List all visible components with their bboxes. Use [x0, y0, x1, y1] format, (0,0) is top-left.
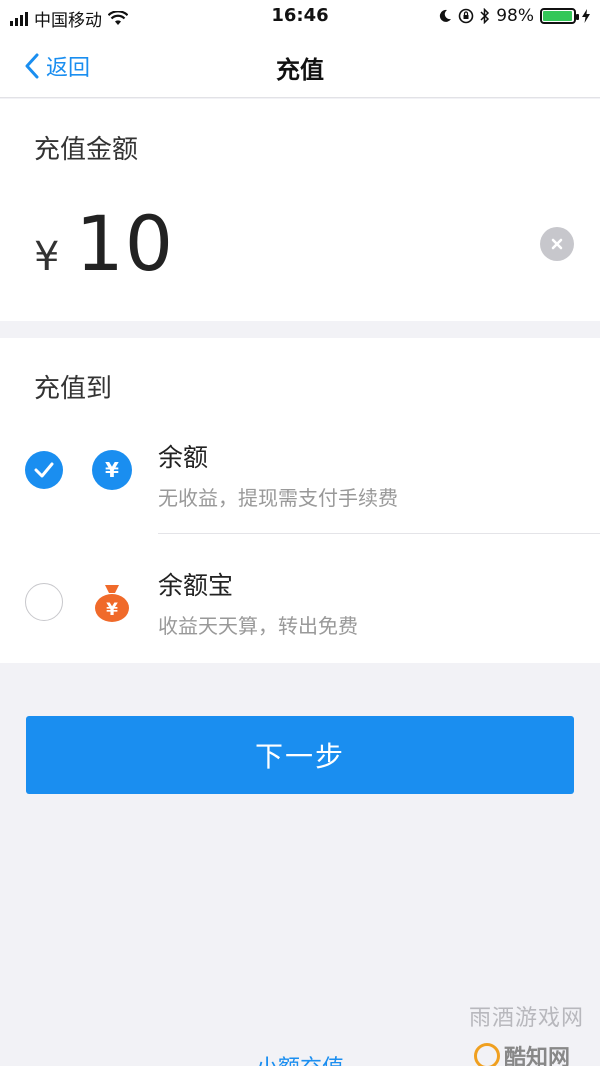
divider: [158, 533, 600, 534]
battery-percent: 98%: [496, 6, 534, 26]
option-yuebao[interactable]: ¥ 余额宝 收益天天算，转出免费: [0, 536, 600, 666]
clear-icon: [551, 238, 563, 250]
amount-value: 10: [75, 199, 175, 288]
target-label: 充值到: [34, 374, 113, 404]
page-title: 充值: [276, 56, 324, 84]
currency-symbol: ¥: [34, 234, 60, 280]
recharge-target-section: 充值到 ¥ 余额 无收益，提现需支付手续费 ¥ 余额宝 收益天天算，转出免费: [0, 338, 600, 663]
orientation-lock-icon: [458, 8, 474, 24]
radio-unchecked[interactable]: [25, 583, 63, 621]
amount-input[interactable]: ¥ 10: [34, 199, 174, 288]
watermark-logo: 酷知网: [473, 1040, 570, 1066]
status-bar: 中国移动 16:46 98%: [0, 0, 600, 34]
next-step-button[interactable]: 下一步: [26, 716, 574, 794]
svg-text:¥: ¥: [106, 600, 118, 620]
radio-checked[interactable]: [25, 451, 63, 489]
option-subtitle: 收益天天算，转出免费: [158, 614, 358, 638]
watermark-logo-text: 酷知网: [503, 1046, 570, 1066]
option-balance[interactable]: ¥ 余额 无收益，提现需支付手续费: [0, 416, 600, 546]
money-bag-icon: ¥: [95, 585, 129, 622]
bluetooth-icon: [480, 8, 490, 24]
option-title: 余额: [158, 443, 209, 472]
battery-icon: [540, 8, 579, 24]
status-right: 98%: [438, 6, 590, 26]
option-subtitle: 无收益，提现需支付手续费: [158, 486, 398, 510]
nav-bar: 返回 充值: [0, 34, 600, 98]
logo-circle-icon: [473, 1043, 500, 1066]
amount-section: 充值金额 ¥ 10: [0, 99, 600, 321]
svg-text:¥: ¥: [105, 458, 119, 482]
checkmark-icon: [34, 462, 54, 478]
yen-circle-icon: ¥: [92, 450, 132, 490]
charging-icon: [582, 9, 590, 23]
watermark-text: 雨酒游戏网: [468, 1006, 584, 1031]
option-title: 余额宝: [158, 571, 234, 600]
moon-icon: [440, 9, 452, 22]
clear-button[interactable]: [540, 227, 574, 261]
amount-label: 充值金额: [34, 135, 139, 165]
